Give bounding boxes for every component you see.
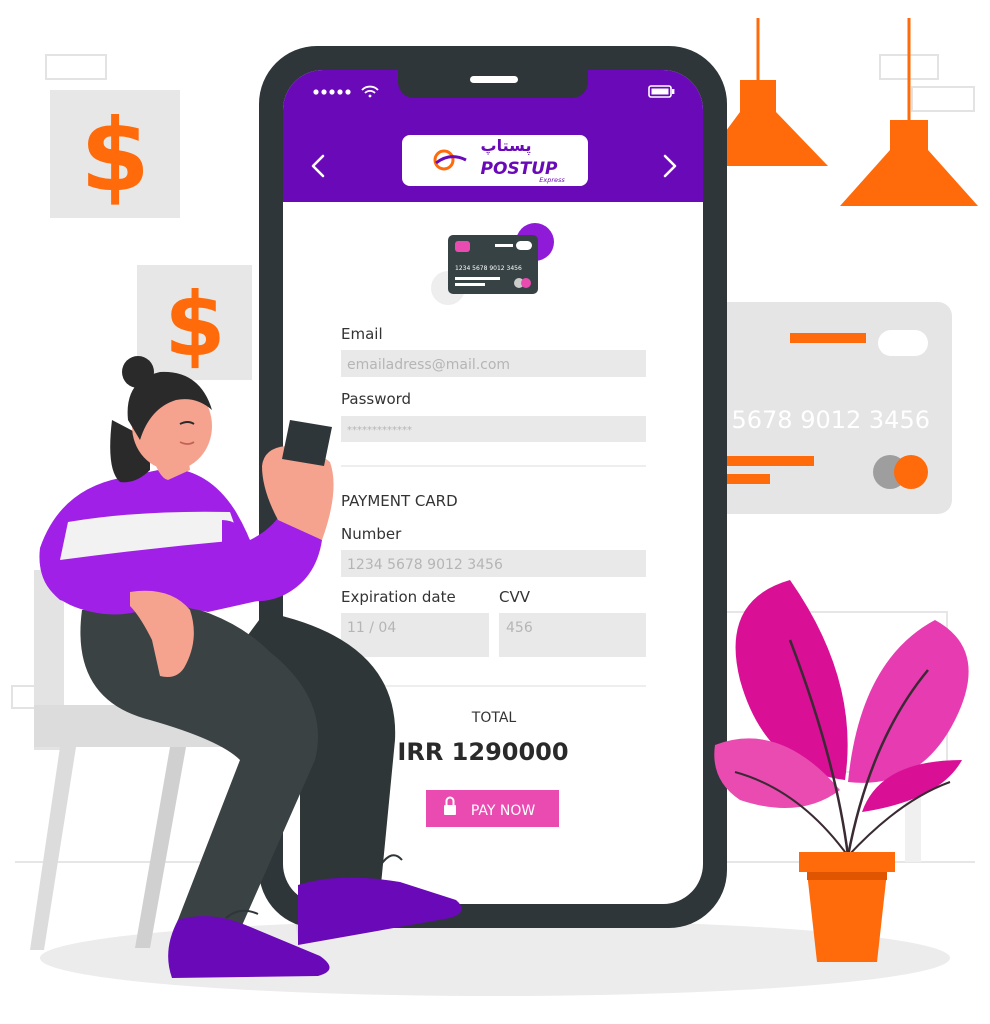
total-label: TOTAL <box>471 710 517 726</box>
card-number-placeholder: 1234 5678 9012 3456 <box>347 557 503 573</box>
email-placeholder: emailadress@mail.com <box>347 357 510 373</box>
svg-text:1234 5678 9012 3456: 1234 5678 9012 3456 <box>455 265 522 272</box>
pay-now-button[interactable]: PAY NOW <box>426 790 559 827</box>
dollar-sign: $ <box>164 273 225 376</box>
phone-notch <box>398 70 588 98</box>
logo-script: پستاپ <box>481 136 532 156</box>
number-label: Number <box>341 525 402 543</box>
expiration-placeholder: 11 / 04 <box>347 620 396 636</box>
dollar-sign: $ <box>80 97 150 214</box>
postup-logo: پستاپ POSTUP Express <box>402 135 588 186</box>
potted-plant <box>714 580 969 962</box>
email-label: Email <box>341 325 383 343</box>
password-label: Password <box>341 390 411 408</box>
pay-now-label: PAY NOW <box>471 803 536 819</box>
cvv-label: CVV <box>499 588 531 606</box>
payment-card-heading: PAYMENT CARD <box>341 492 458 510</box>
payment-illustration: $ $ 5678 9012 3456 پستاپ POSTUP Express … <box>11 18 978 996</box>
expiration-label: Expiration date <box>341 588 456 606</box>
bg-outline-rect <box>11 685 37 709</box>
password-value: ************* <box>347 425 412 436</box>
svg-text:5678 9012 3456: 5678 9012 3456 <box>732 406 931 434</box>
phone-speaker <box>470 76 518 83</box>
background-credit-card: 5678 9012 3456 <box>690 302 952 514</box>
total-amount: IRR 1290000 <box>397 738 568 766</box>
logo-subtext: Express <box>539 176 565 184</box>
cvv-placeholder: 456 <box>506 620 533 636</box>
bg-outline-rect <box>45 54 107 80</box>
bg-outline-rect <box>911 86 975 112</box>
